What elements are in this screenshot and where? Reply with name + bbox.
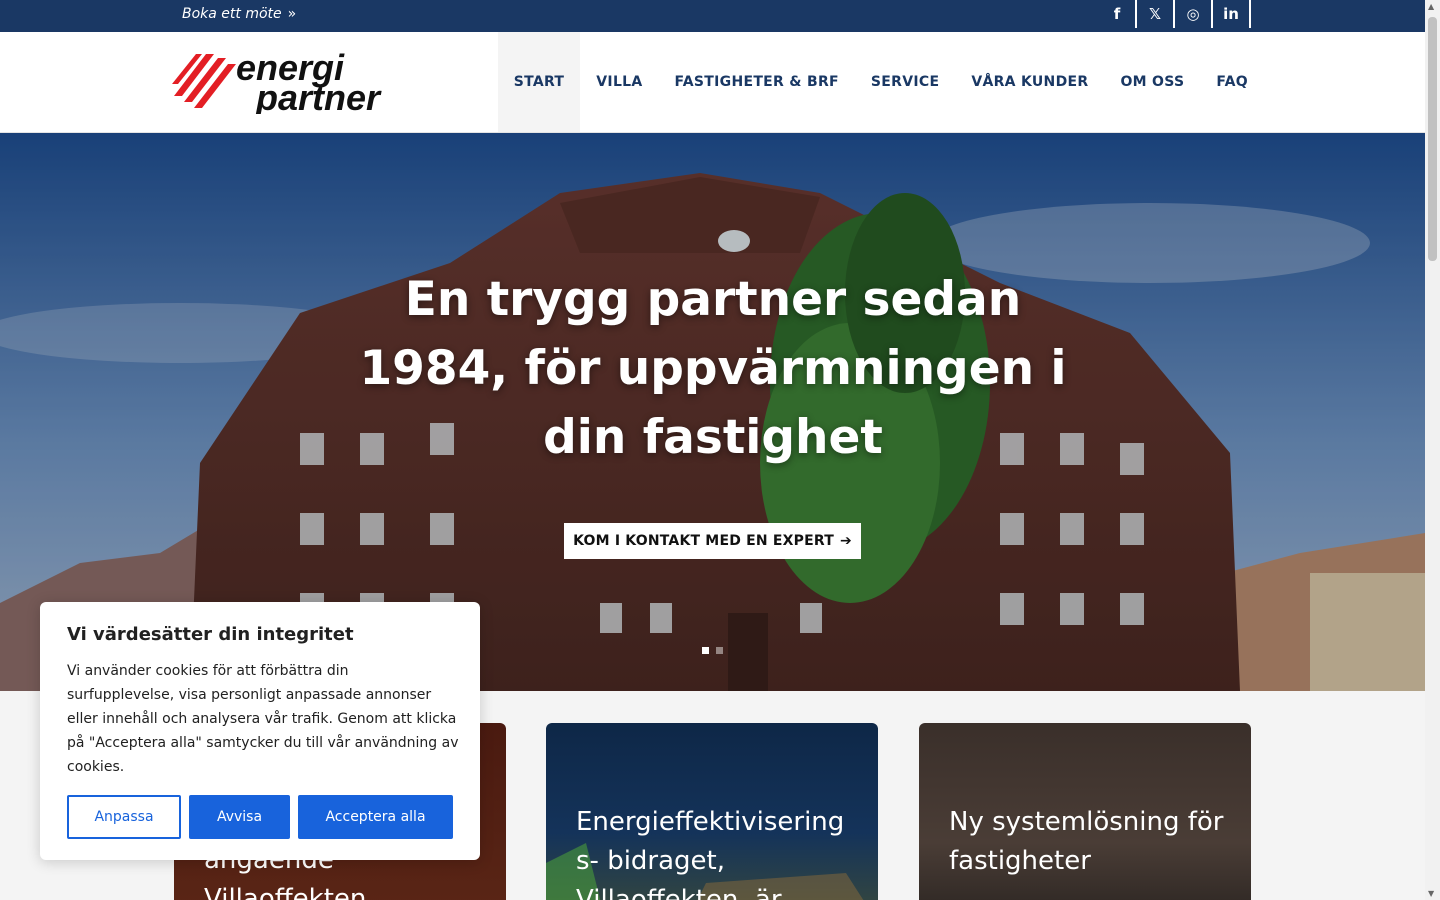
top-bar: Boka ett möte » f 𝕏 ◎ in — [0, 0, 1425, 32]
cta-label: KOM I KONTAKT MED EN EXPERT — [573, 533, 834, 549]
cookie-body: Vi använder cookies för att förbättra di… — [67, 663, 459, 775]
nav-start[interactable]: START — [497, 32, 581, 132]
slider-dot-1[interactable] — [702, 647, 709, 654]
news-card-2[interactable]: Energieffektivisering s- bidraget, Villa… — [546, 723, 878, 900]
logo-stripes-icon — [172, 54, 236, 108]
customize-button[interactable]: Anpassa — [67, 795, 181, 839]
news-card-title: Ny systemlösning för fastigheter — [949, 807, 1224, 876]
social-links: f 𝕏 ◎ in — [1099, 0, 1251, 28]
facebook-icon[interactable]: f — [1099, 0, 1137, 28]
slider-dots — [702, 647, 723, 654]
news-card-3[interactable]: Ny systemlösning för fastigheter — [919, 723, 1251, 900]
book-meeting-label: Boka ett möte — [182, 6, 282, 22]
arrow-right-icon: ➔ — [839, 533, 852, 549]
scroll-down-icon[interactable]: ▼ — [1428, 889, 1434, 898]
hero-title: En trygg partner sedan 1984, för uppvärm… — [359, 272, 1067, 465]
nav-vara-kunder[interactable]: VÅRA KUNDER — [955, 32, 1104, 132]
news-card-title: Energieffektivisering s- bidraget, Villa… — [576, 807, 845, 900]
page-scrollbar[interactable]: ▲ ▼ — [1425, 0, 1440, 900]
cookie-consent-dialog: Vi värdesätter din integritet Vi använde… — [40, 602, 480, 860]
main-nav: START VILLA FASTIGHETER & BRF SERVICE VÅ… — [497, 32, 1264, 132]
book-meeting-link[interactable]: Boka ett möte » — [182, 6, 296, 22]
nav-om-oss[interactable]: OM OSS — [1104, 32, 1200, 132]
site-header: energi partner START VILLA FASTIGHETER &… — [0, 32, 1425, 133]
scroll-up-icon[interactable]: ▲ — [1428, 2, 1434, 11]
nav-fastigheter-brf[interactable]: FASTIGHETER & BRF — [659, 32, 855, 132]
slider-dot-2[interactable] — [716, 647, 723, 654]
double-chevron-right-icon: » — [287, 6, 297, 22]
scrollbar-thumb[interactable] — [1428, 17, 1437, 261]
accept-all-button[interactable]: Acceptera alla — [298, 795, 453, 839]
contact-expert-button[interactable]: KOM I KONTAKT MED EN EXPERT ➔ — [564, 523, 861, 559]
energipartner-logo[interactable]: energi partner — [172, 44, 402, 118]
instagram-icon[interactable]: ◎ — [1175, 0, 1213, 28]
nav-villa[interactable]: VILLA — [580, 32, 658, 132]
cookie-title: Vi värdesätter din integritet — [67, 624, 354, 645]
nav-service[interactable]: SERVICE — [855, 32, 955, 132]
logo-line2: partner — [255, 77, 382, 114]
reject-button[interactable]: Avvisa — [189, 795, 290, 839]
linkedin-icon[interactable]: in — [1213, 0, 1251, 28]
x-icon[interactable]: 𝕏 — [1137, 0, 1175, 28]
nav-faq[interactable]: FAQ — [1200, 32, 1264, 132]
